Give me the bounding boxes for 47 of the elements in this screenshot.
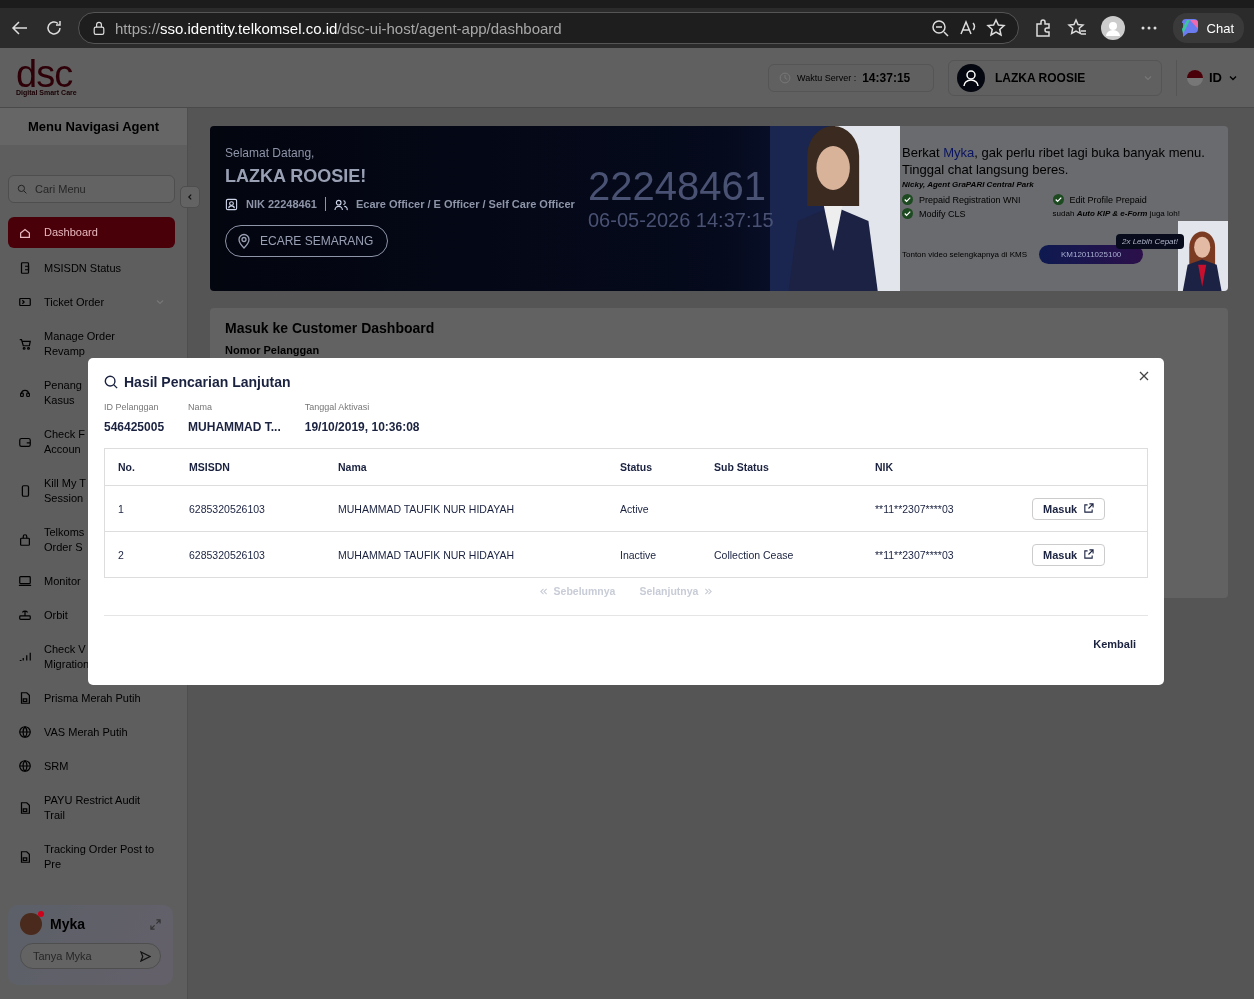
user-name: LAZKA ROOSIE bbox=[995, 70, 1087, 85]
watermark-text: 22248461 bbox=[588, 164, 767, 208]
feature-text: Modify CLS bbox=[919, 208, 966, 219]
agent-nik: NIK 22248461 bbox=[246, 198, 317, 210]
server-time-label: Waktu Server : bbox=[797, 72, 857, 83]
promo-attribution: Nicky, Agent GraPARI Central Park bbox=[902, 180, 1035, 189]
logo: dsc bbox=[16, 59, 73, 89]
summary-label: ID Pelanggan bbox=[104, 402, 160, 412]
agent-name: LAZKA ROOSIE! bbox=[225, 166, 367, 187]
table-cell-text: 6285320526103 bbox=[188, 502, 266, 515]
column-header: Nama bbox=[337, 461, 368, 473]
table-cell-text: Active bbox=[619, 502, 650, 515]
column-header: No. bbox=[117, 461, 136, 473]
speed-badge: 2x Lebih Cepat! bbox=[1115, 234, 1184, 249]
summary-value: 546425005 bbox=[104, 420, 165, 434]
table-cell-text: MUHAMMAD TAUFIK NUR HIDAYAH bbox=[337, 502, 515, 515]
table-cell-text: **11**2307****03 bbox=[874, 502, 955, 515]
section-title: Masuk ke Customer Dashboard bbox=[225, 320, 436, 336]
greeting: Selamat Datang, bbox=[225, 146, 315, 160]
promo-note: sudah Auto KIP & e-Form juga loh! bbox=[1052, 209, 1181, 218]
dialog-title: Hasil Pencarian Lanjutan bbox=[124, 374, 291, 390]
feature-text: Prepaid Registration WNI bbox=[919, 194, 1021, 205]
table-cell-text: Inactive bbox=[619, 548, 658, 561]
table-cell-text: 2 bbox=[117, 548, 125, 561]
column-header: Status bbox=[619, 461, 654, 473]
field-label: Nomor Pelanggan bbox=[225, 344, 321, 356]
video-text: Tonton video selengkapnya di KMS bbox=[902, 250, 1027, 259]
summary-value: 19/10/2019, 10:36:08 bbox=[304, 420, 420, 434]
summary-label: Tanggal Aktivasi bbox=[304, 402, 371, 412]
promo-headline: Berkat Myka, gak perlu ribet lagi buka banyak menu. Tinggal chat langsung beres. bbox=[902, 144, 1206, 178]
url-text: https://sso.identity.telkomsel.co.id/dsc-ui-host/agent-app/dashboard bbox=[115, 19, 563, 37]
feature-text: Edit Profile Prepaid bbox=[1069, 194, 1147, 205]
sidebar-title: Menu Navigasi Agent bbox=[0, 108, 187, 145]
column-header: MSISDN bbox=[188, 461, 231, 473]
assistant-name: Myka bbox=[50, 916, 87, 932]
table-cell-text: **11**2307****03 bbox=[874, 548, 955, 561]
summary-label: Nama bbox=[188, 402, 214, 412]
column-header: NIK bbox=[874, 461, 895, 473]
table-cell-text: 6285320526103 bbox=[188, 548, 266, 561]
summary-value: MUHAMMAD T... bbox=[188, 420, 281, 434]
server-time: 14:37:15 bbox=[862, 70, 911, 85]
table-cell-text: MUHAMMAD TAUFIK NUR HIDAYAH bbox=[337, 548, 515, 561]
column-header: Sub Status bbox=[713, 461, 770, 473]
agent-roles: Ecare Officer / E Officer / Self Care Officer bbox=[355, 198, 575, 210]
watermark-text: 06-05-2026 14:37:15 bbox=[588, 208, 774, 232]
table-cell-text: Collection Cease bbox=[713, 548, 795, 561]
table-cell-text: 1 bbox=[117, 502, 125, 515]
